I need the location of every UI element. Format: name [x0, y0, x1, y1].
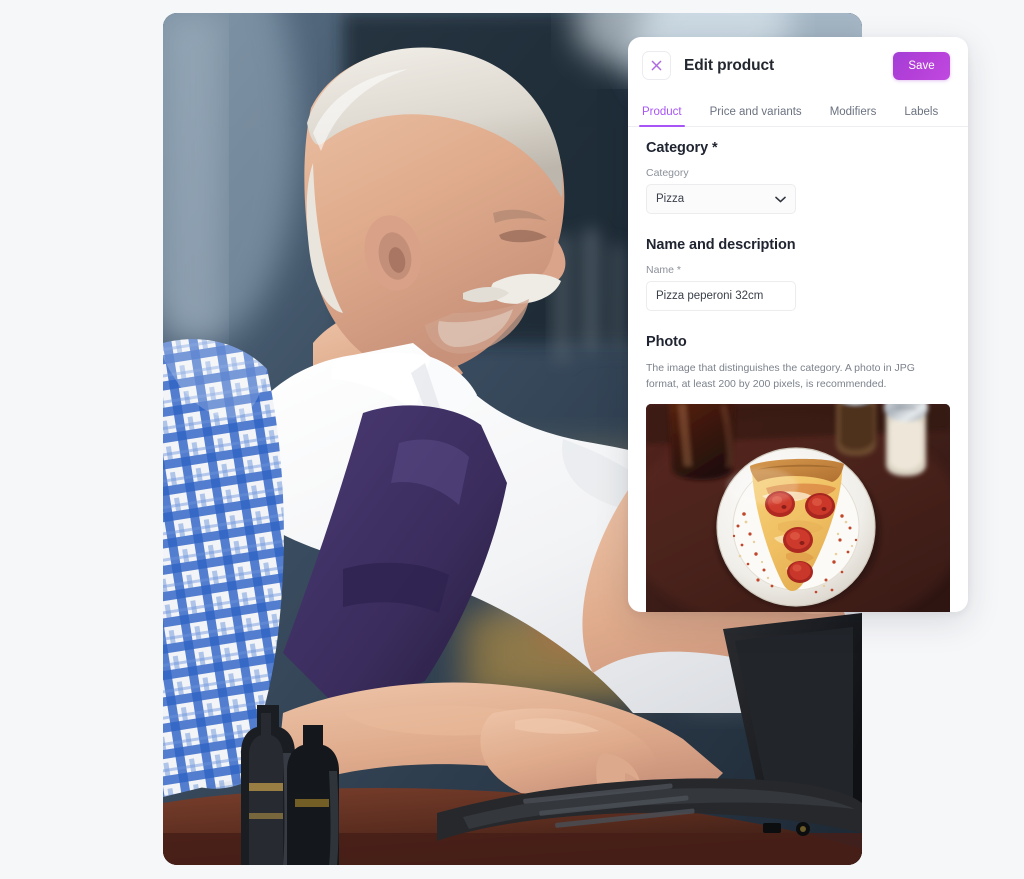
page-title: Edit product	[684, 56, 775, 74]
category-field-label: Category	[646, 167, 689, 179]
tab-bar: Product Price and variants Modifiers Lab…	[628, 94, 968, 128]
name-description-section-heading: Name and description	[646, 237, 796, 253]
category-select-wrapper: Pizza	[646, 184, 796, 214]
tab-labels[interactable]: Labels	[904, 106, 938, 127]
tab-modifiers[interactable]: Modifiers	[830, 106, 877, 127]
card-header: Edit product Save	[628, 37, 968, 94]
name-field-label: Name *	[646, 264, 682, 276]
card-body: Category * Category Pizza Name and descr…	[628, 127, 968, 612]
save-button[interactable]: Save	[893, 51, 950, 80]
close-button[interactable]	[642, 51, 671, 80]
name-input[interactable]	[646, 281, 796, 311]
tab-product[interactable]: Product	[639, 106, 685, 128]
product-photo[interactable]	[646, 403, 950, 612]
category-select-value: Pizza	[656, 193, 685, 205]
category-section-heading: Category *	[646, 140, 718, 156]
edit-product-card: Edit product Save Product Price and vari…	[628, 37, 968, 612]
tab-price-and-variants[interactable]: Price and variants	[710, 106, 802, 127]
category-select[interactable]: Pizza	[646, 184, 796, 214]
app-root: Edit product Save Product Price and vari…	[0, 0, 1024, 879]
close-icon	[651, 60, 662, 71]
photo-section-heading: Photo	[646, 334, 687, 350]
photo-help-text: The image that distinguishes the categor…	[646, 362, 915, 390]
